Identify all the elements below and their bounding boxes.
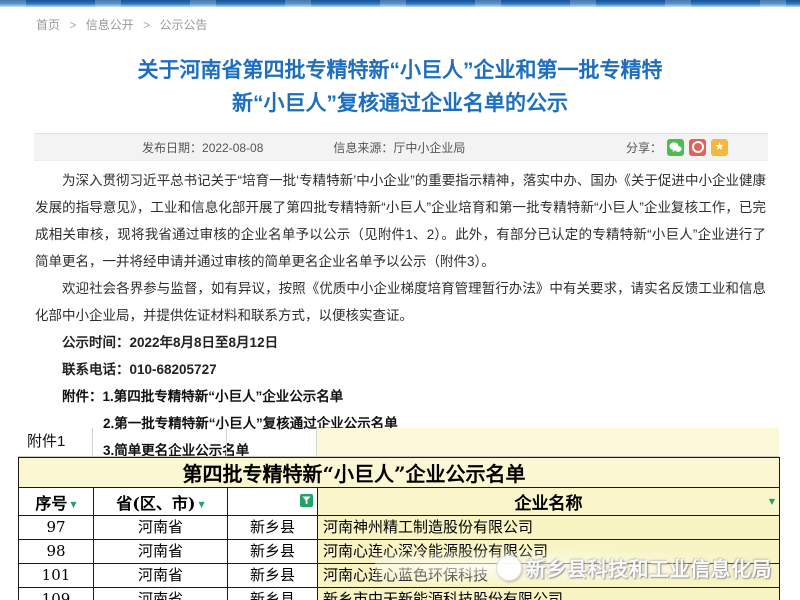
company-cell: 河南神州精工制造股份有限公司: [318, 516, 780, 540]
column-header-company: 企业名称▼: [318, 488, 780, 516]
filter-dropdown-icon: ▼: [769, 496, 775, 506]
meta-bar: 发布日期：2022-08-08 信息来源：厅中小企业局 分享： ★: [34, 133, 768, 161]
seq-cell: 98: [19, 540, 94, 564]
filter-dropdown-icon: ▼: [70, 499, 76, 509]
column-header-province: 省(区、市)▼: [94, 488, 228, 516]
filter-funnel-icon: [300, 494, 313, 507]
county-cell: 新乡县: [228, 540, 318, 564]
sheet-corner-row: 附件1: [18, 428, 779, 457]
table-row: 97 河南省 新乡县 河南神州精工制造股份有限公司: [19, 516, 780, 540]
county-cell: 新乡县: [228, 516, 318, 540]
company-table: 第四批专精特新“小巨人”企业公示名单 序号▼ 省(区、市)▼ 企业名称▼ 97 …: [18, 457, 780, 600]
empty-cell: [227, 428, 317, 456]
paragraph: 欢迎社会各界参与监督，如有异议，按照《优质中小企业梯度培育管理暂行办法》中有关要…: [35, 275, 766, 329]
column-header-filtered: [228, 488, 318, 516]
breadcrumb-separator: >: [143, 18, 150, 32]
wechat-share-icon[interactable]: [667, 139, 684, 156]
qzone-share-icon[interactable]: ★: [711, 139, 728, 156]
province-cell: 河南省: [94, 516, 228, 540]
publicity-period: 公示时间：2022年8月8日至8月12日: [35, 329, 766, 356]
top-nav-strip: [0, 0, 800, 7]
empty-cell: [93, 428, 227, 456]
publish-date: 发布日期：2022-08-08: [142, 139, 263, 156]
company-cell: 河南心连心深冷能源股份有限公司: [318, 540, 780, 564]
table-row: 109 河南省 新乡县 新乡市中天新能源科技股份有限公司: [19, 588, 780, 600]
attachment-item-1: 附件：1.第四批专精特新“小巨人”企业公示名单: [35, 383, 766, 410]
page-title-line2: 新“小巨人”复核通过企业名单的公示: [232, 92, 568, 115]
filter-dropdown-icon: ▼: [199, 499, 205, 509]
province-cell: 河南省: [94, 588, 228, 600]
weibo-share-icon[interactable]: [689, 139, 706, 156]
province-cell: 河南省: [94, 540, 228, 564]
sheet-title: 第四批专精特新“小巨人”企业公示名单: [19, 458, 780, 488]
page: 首页 > 信息公开 > 公示公告 关于河南省第四批专精特新“小巨人”企业和第一批…: [0, 0, 800, 600]
county-cell: 新乡县: [228, 588, 318, 600]
contact-phone: 联系电话：010-68205727: [35, 356, 766, 383]
breadcrumb-separator: >: [69, 18, 76, 32]
paragraph: 为深入贯彻习近平总书记关于“培育一批‘专精特新’中小企业”的重要指示精神，落实中…: [35, 167, 766, 275]
breadcrumb-info-disclosure-link[interactable]: 信息公开: [86, 18, 134, 32]
company-cell: 河南心连心蓝色环保科技: [318, 564, 780, 588]
share-group: 分享： ★: [626, 139, 728, 156]
table-row: 98 河南省 新乡县 河南心连心深冷能源股份有限公司: [19, 540, 780, 564]
column-header-seq: 序号▼: [19, 488, 94, 516]
attachment-corner-label: 附件1: [18, 428, 93, 456]
page-title: 关于河南省第四批专精特新“小巨人”企业和第一批专精特 新“小巨人”复核通过企业名…: [40, 54, 760, 120]
empty-cell: [317, 428, 779, 456]
info-source: 信息来源：厅中小企业局: [333, 139, 465, 156]
page-title-line1: 关于河南省第四批专精特新“小巨人”企业和第一批专精特: [138, 59, 663, 82]
seq-cell: 97: [19, 516, 94, 540]
seq-cell: 109: [19, 588, 94, 600]
attachment-spreadsheet: 附件1 第四批专精特新“小巨人”企业公示名单 序号▼ 省(区、市)▼ 企业名称▼…: [18, 428, 779, 600]
breadcrumb-home-link[interactable]: 首页: [36, 18, 60, 32]
share-label: 分享：: [626, 139, 662, 156]
breadcrumb: 首页 > 信息公开 > 公示公告: [36, 16, 207, 33]
table-row: 101 河南省 新乡县 河南心连心蓝色环保科技: [19, 564, 780, 588]
breadcrumb-current-page: 公示公告: [159, 18, 207, 32]
company-cell: 新乡市中天新能源科技股份有限公司: [318, 588, 780, 600]
county-cell: 新乡县: [228, 564, 318, 588]
province-cell: 河南省: [94, 564, 228, 588]
seq-cell: 101: [19, 564, 94, 588]
